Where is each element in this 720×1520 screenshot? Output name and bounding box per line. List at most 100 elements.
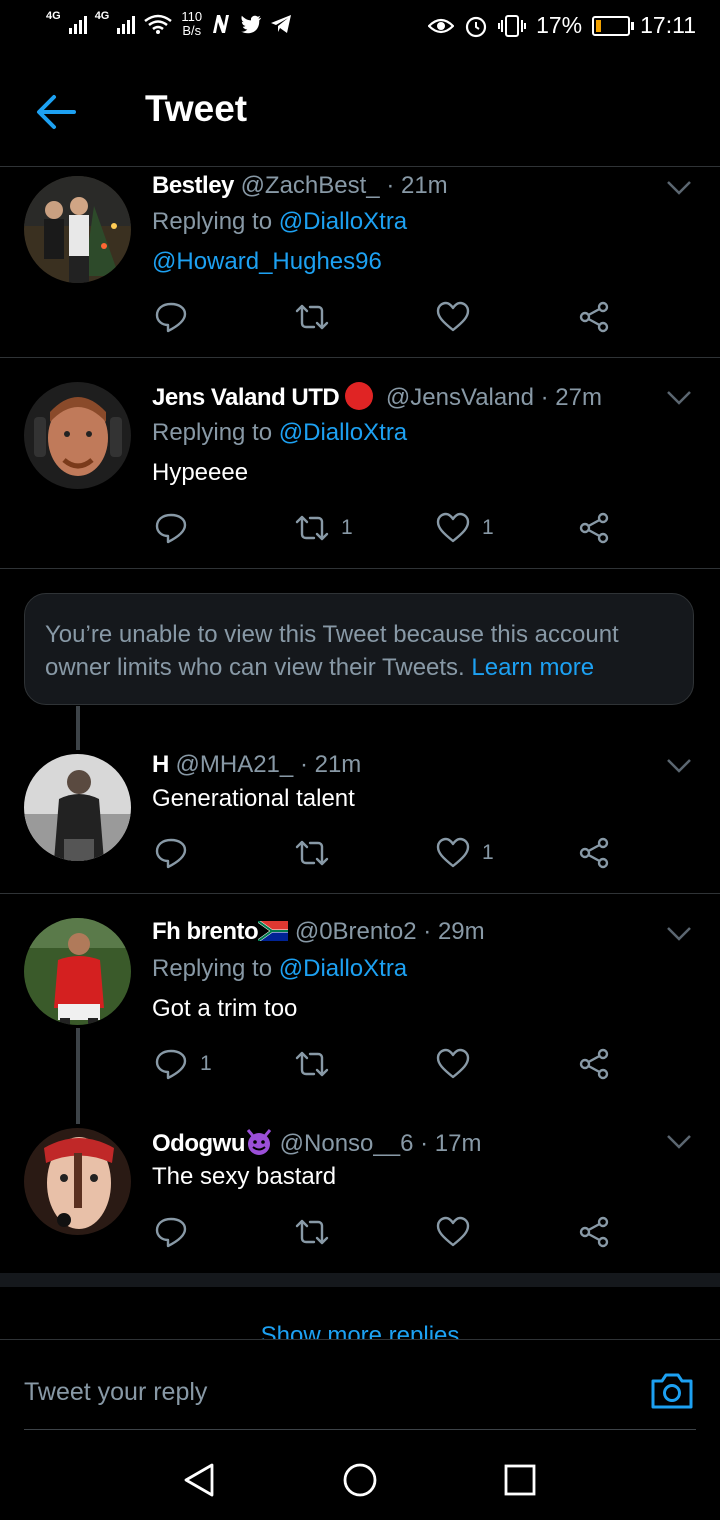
tweet-item[interactable]: Bestley @ZachBest_ · 21m Replying to @Di… (0, 166, 720, 358)
share-button[interactable] (577, 1044, 611, 1084)
tweet-actions (152, 297, 622, 337)
retweet-button[interactable]: 1 (295, 508, 353, 548)
reply-underline (24, 1429, 696, 1430)
heart-icon (436, 1216, 470, 1247)
handle: @ZachBest_ (240, 172, 380, 199)
retweet-icon (295, 840, 329, 866)
replying-to-label: Replying to (152, 955, 273, 982)
avatar[interactable] (24, 176, 131, 283)
avatar[interactable] (24, 1128, 131, 1235)
like-button[interactable]: 1 (436, 508, 494, 548)
network-speed: 110 B/s (181, 9, 203, 38)
retweet-button[interactable] (295, 1044, 341, 1084)
netflix-icon (213, 15, 230, 33)
smiling-devil-emoji-icon (246, 1129, 272, 1155)
avatar[interactable] (24, 754, 131, 861)
like-button[interactable]: 1 (436, 833, 494, 873)
share-icon (579, 1048, 609, 1080)
display-name[interactable]: Jens Valand UTD (152, 384, 340, 411)
timestamp: · 21m (386, 172, 448, 199)
chevron-down-icon[interactable] (666, 926, 692, 942)
share-button[interactable] (577, 508, 611, 548)
back-arrow-icon[interactable] (34, 90, 78, 134)
like-count: 1 (482, 841, 494, 864)
display-name[interactable]: Bestley (152, 172, 234, 199)
reply-button[interactable] (154, 833, 200, 873)
heart-icon (436, 837, 470, 868)
display-name[interactable]: H (152, 751, 169, 778)
reply-button[interactable]: 1 (154, 1044, 212, 1084)
share-icon (579, 1216, 609, 1248)
wifi-icon (144, 14, 173, 34)
show-more-replies-link[interactable]: Show more replies (0, 1318, 720, 1340)
handle: @0Brento2 (294, 918, 417, 945)
reply-input[interactable]: Tweet your reply (24, 1340, 624, 1430)
retweet-count: 1 (341, 516, 353, 539)
like-button[interactable] (436, 1044, 482, 1084)
chevron-down-icon[interactable] (666, 758, 692, 774)
handle: @JensValand (385, 384, 534, 411)
reply-icon (155, 1217, 187, 1248)
reply-button[interactable] (154, 297, 200, 337)
retweet-button[interactable] (295, 833, 341, 873)
tweet-item[interactable]: H @MHA21_ · 21m Generational talent 1 (0, 740, 720, 894)
signal-bars-1-icon (68, 14, 87, 34)
telegram-icon (271, 15, 292, 33)
tweet-text[interactable]: @Howard_Hughes96 (152, 248, 382, 276)
share-button[interactable] (577, 297, 611, 337)
like-button[interactable] (436, 1212, 482, 1252)
twitter-icon (241, 15, 262, 34)
chevron-down-icon[interactable] (666, 390, 692, 406)
chevron-down-icon[interactable] (666, 1134, 692, 1150)
display-name[interactable]: Fh brento (152, 918, 259, 945)
south-africa-flag-icon (258, 921, 289, 941)
reply-composer: Tweet your reply (0, 1339, 720, 1430)
like-count: 1 (482, 516, 494, 539)
share-button[interactable] (577, 833, 611, 873)
retweet-button[interactable] (295, 297, 341, 337)
avatar[interactable] (24, 382, 131, 489)
heart-icon (436, 512, 470, 543)
tweet-text: The sexy bastard (152, 1163, 337, 1190)
reply-to-link[interactable]: @DialloXtra (279, 955, 407, 982)
tweet-actions (152, 1212, 622, 1252)
signal-type-1: 4G (46, 10, 61, 22)
page-title: Tweet (145, 88, 248, 129)
share-icon (579, 512, 609, 544)
camera-icon[interactable] (650, 1370, 694, 1410)
signal-bars-2-icon (117, 14, 136, 34)
retweet-button[interactable] (295, 1212, 341, 1252)
tweet-text: Generational talent (152, 785, 355, 812)
tweet-item[interactable]: Odogwu @Nonso__6 · 17m The sexy bastard (0, 1104, 720, 1272)
tweet-item[interactable]: Jens Valand UTD @JensValand · 27m Replyi… (0, 358, 720, 569)
timestamp: · 17m (420, 1130, 482, 1157)
reply-icon (155, 838, 187, 869)
reply-to-link[interactable]: @DialloXtra (279, 419, 407, 446)
heart-icon (436, 1048, 470, 1079)
vibrate-icon (498, 14, 527, 37)
reply-to-link[interactable]: @DialloXtra (279, 208, 407, 235)
nav-recents-icon[interactable] (500, 1460, 540, 1500)
retweet-icon (295, 515, 329, 541)
avatar[interactable] (24, 918, 131, 1025)
handle: @MHA21_ (175, 751, 294, 778)
nav-back-icon[interactable] (180, 1460, 220, 1500)
tweet-item[interactable]: Fh brento @0Brento2 · 29m Replying to @D… (0, 894, 720, 1104)
like-button[interactable] (436, 297, 482, 337)
timestamp: · 21m (299, 751, 362, 778)
reply-icon (155, 302, 187, 333)
retweet-icon (295, 304, 329, 330)
signal-type-2: 4G (94, 10, 110, 22)
chevron-down-icon[interactable] (666, 180, 692, 196)
nav-home-icon[interactable] (340, 1460, 380, 1500)
share-button[interactable] (577, 1212, 611, 1252)
reply-button[interactable] (154, 508, 200, 548)
display-name[interactable]: Odogwu (152, 1130, 245, 1157)
share-icon (579, 837, 609, 869)
reply-button[interactable] (154, 1212, 200, 1252)
replying-to-label: Replying to (152, 419, 273, 446)
retweet-icon (295, 1051, 329, 1077)
learn-more-link[interactable]: Learn more (471, 654, 594, 681)
tweet-text: Hypeeee (152, 459, 249, 486)
reply-icon (155, 513, 187, 544)
